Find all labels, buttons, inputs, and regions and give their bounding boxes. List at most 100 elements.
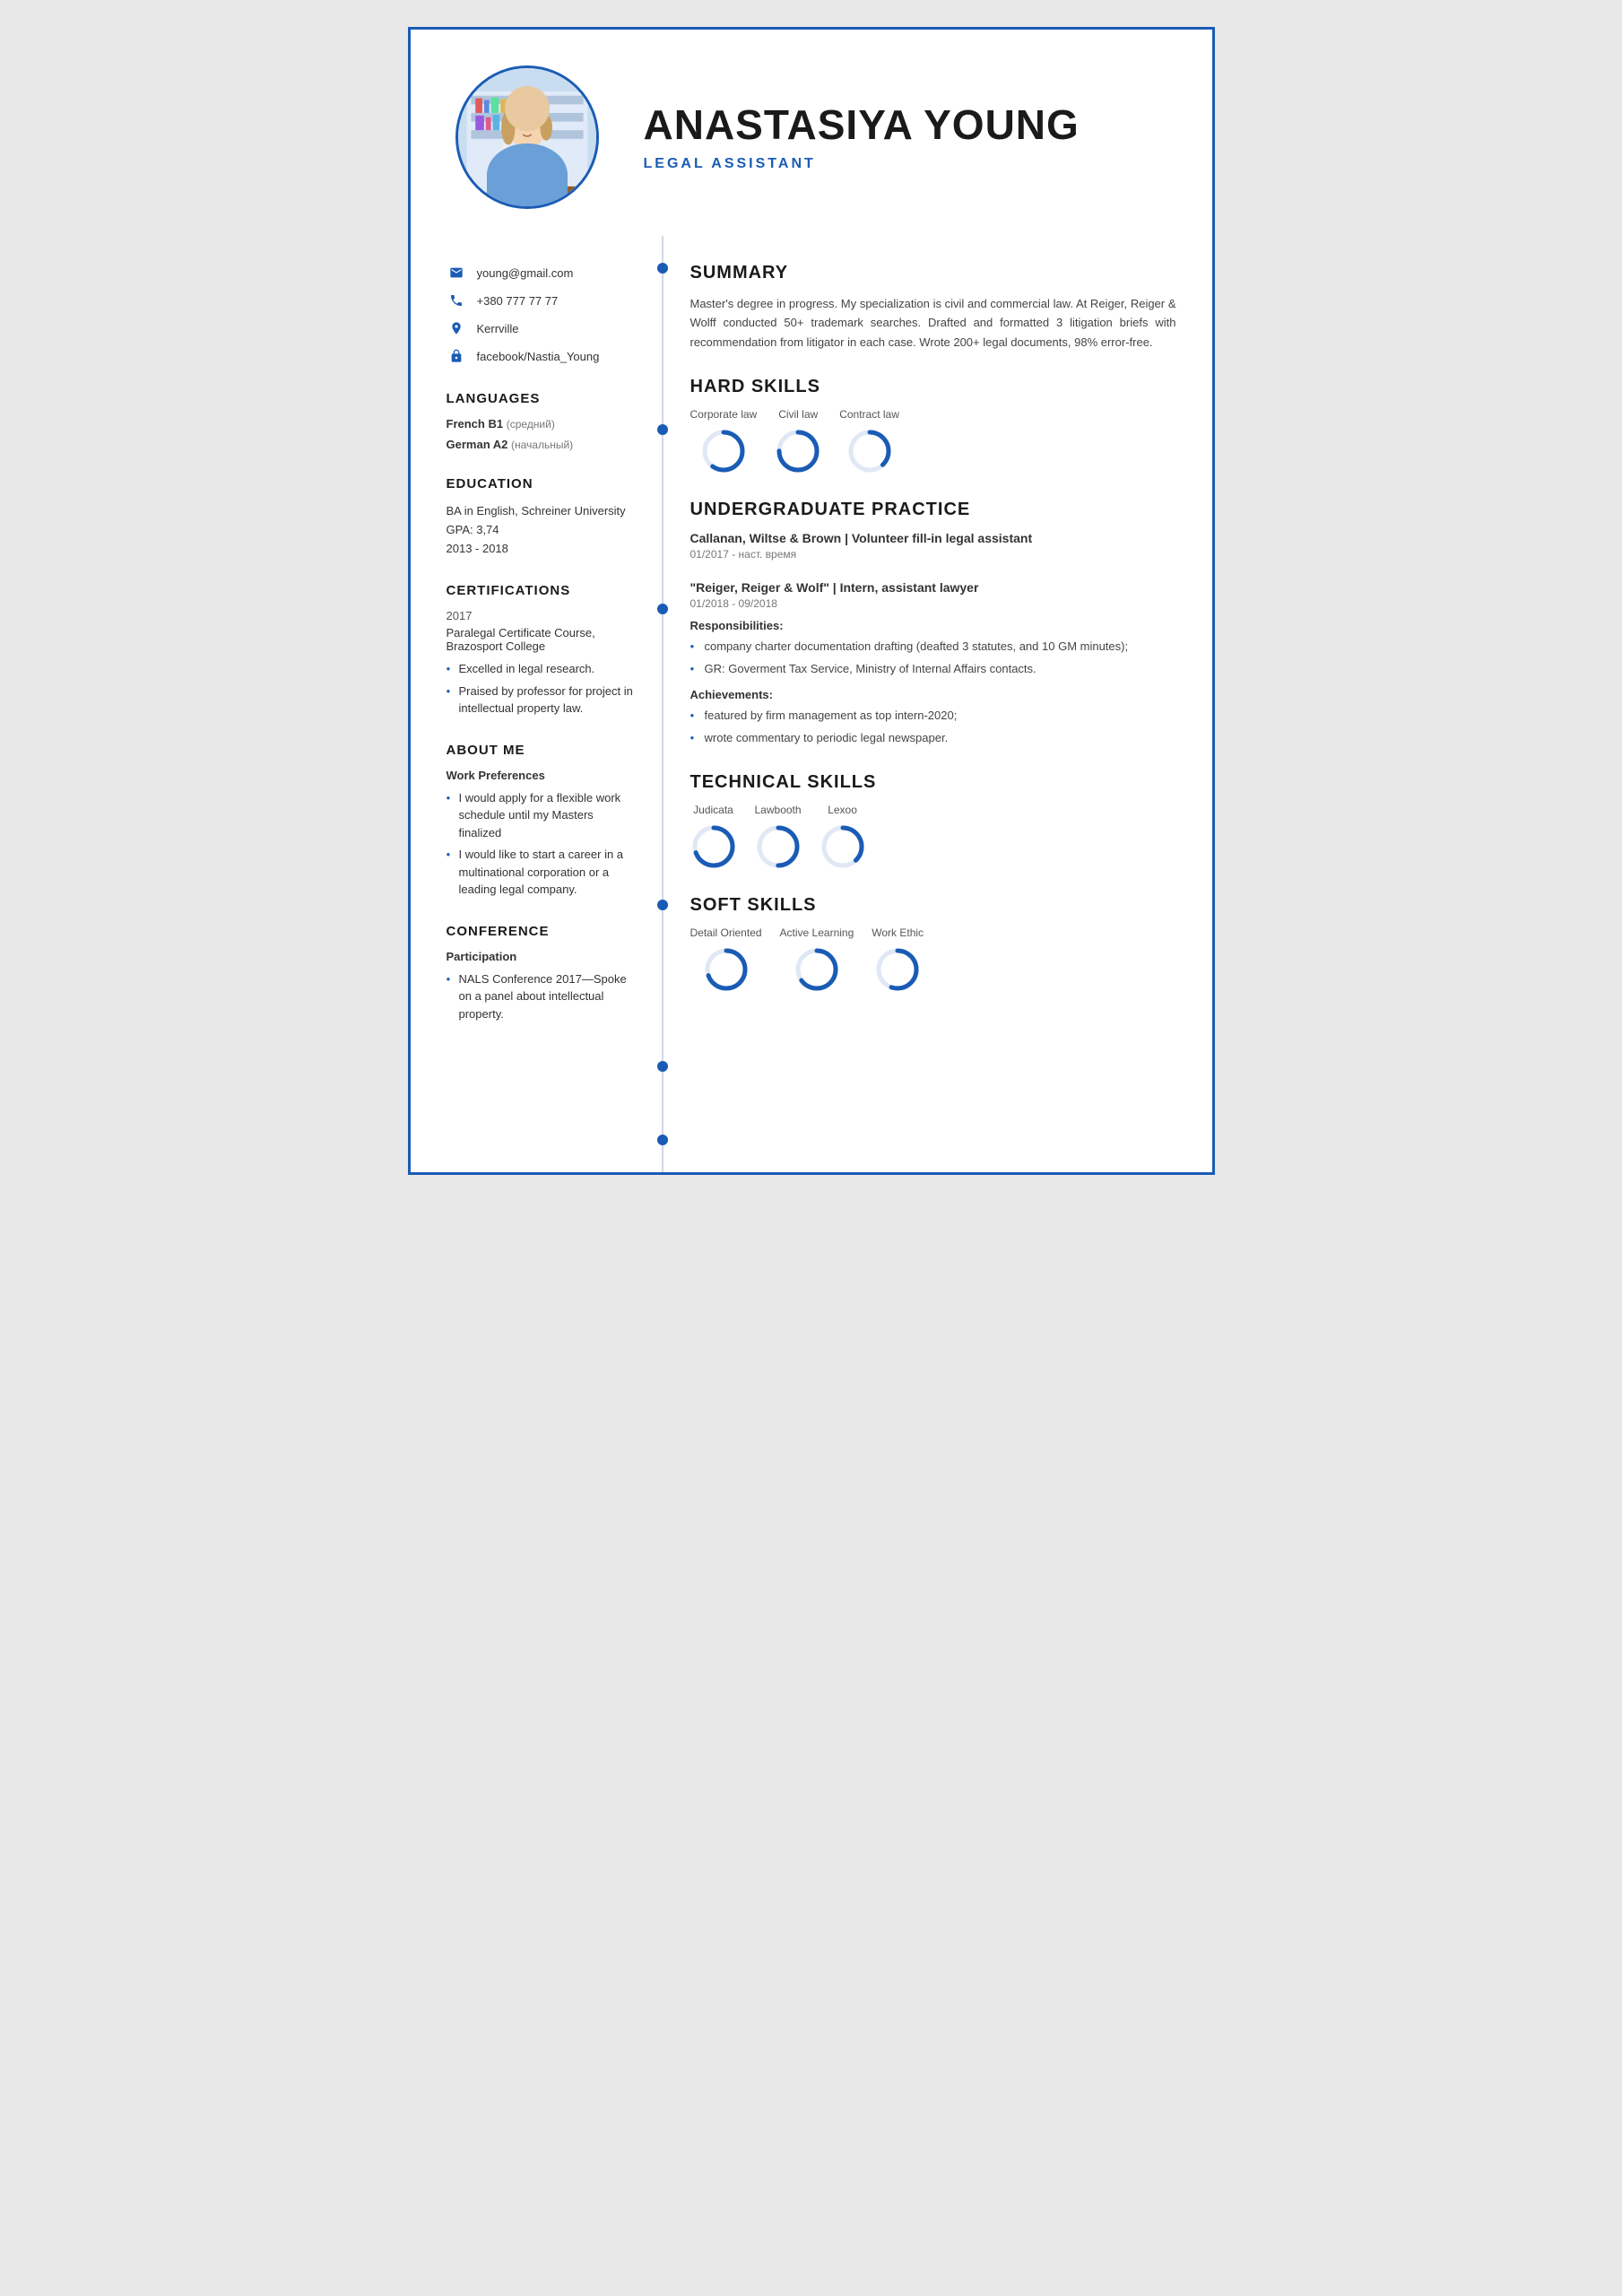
cert-name: Paralegal Certificate Course, Brazosport… — [447, 626, 639, 653]
name-section: ANASTASIYA YOUNG LEGAL ASSISTANT — [644, 102, 1167, 173]
practice-entry-2: "Reiger, Reiger & Wolf" | Intern, assist… — [690, 580, 1176, 747]
resp-item-1: company charter documentation drafting (… — [690, 638, 1176, 656]
hard-skills-grid: Corporate law Civil law — [690, 408, 1176, 474]
education-degree: BA in English, Schreiner University — [447, 502, 639, 521]
skill-circle-judicata — [690, 823, 737, 870]
about-title: ABOUT ME — [447, 743, 639, 758]
achievements-list: featured by firm management as top inter… — [690, 707, 1176, 747]
skill-work-ethic: Work Ethic — [872, 926, 924, 993]
social-item: facebook/Nastia_Young — [447, 346, 639, 366]
german-lang: German A2 (начальный) — [447, 438, 639, 451]
contact-section: young@gmail.com +380 777 77 77 Kerrville — [447, 263, 639, 366]
conference-bullet-1: NALS Conference 2017—Spoke on a panel ab… — [447, 970, 639, 1023]
skill-circle-civil — [775, 428, 821, 474]
right-column: SUMMARY Master's degree in progress. My … — [664, 236, 1212, 1172]
about-bullets: I would apply for a flexible work schedu… — [447, 789, 639, 899]
technical-skills-title: TECHNICAL SKILLS — [690, 772, 1176, 793]
conference-title: CONFERENCE — [447, 924, 639, 939]
practice-entry-1: Callanan, Wiltse & Brown | Volunteer fil… — [690, 531, 1176, 561]
skill-active-learning: Active Learning — [780, 926, 854, 993]
soft-skills-title: SOFT SKILLS — [690, 895, 1176, 916]
skill-label-detail: Detail Oriented — [690, 926, 762, 939]
email-text: young@gmail.com — [477, 266, 574, 280]
french-lang: French B1 (средний) — [447, 417, 639, 430]
skill-corporate-law: Corporate law — [690, 408, 758, 474]
location-item: Kerrville — [447, 318, 639, 338]
header-section: ANASTASIYA YOUNG LEGAL ASSISTANT — [411, 30, 1212, 236]
languages-section: LANGUAGES French B1 (средний) German A2 … — [447, 391, 639, 451]
summary-text: Master's degree in progress. My speciali… — [690, 294, 1176, 352]
cert-bullets: Excelled in legal research. Praised by p… — [447, 660, 639, 718]
skill-judicata: Judicata — [690, 804, 737, 870]
certifications-section: CERTIFICATIONS 2017 Paralegal Certificat… — [447, 583, 639, 718]
soft-skills-grid: Detail Oriented Active Learning — [690, 926, 1176, 993]
skill-label-contract: Contract law — [839, 408, 899, 421]
practice-date-2: 01/2018 - 09/2018 — [690, 597, 1176, 610]
cert-year: 2017 — [447, 609, 639, 622]
skill-label-lawbooth: Lawbooth — [755, 804, 802, 816]
job-title: LEGAL ASSISTANT — [644, 156, 1167, 172]
education-years: 2013 - 2018 — [447, 540, 639, 559]
ach-item-2: wrote commentary to periodic legal newsp… — [690, 729, 1176, 747]
undergrad-section: UNDERGRADUATE PRACTICE Callanan, Wiltse … — [664, 500, 1176, 747]
undergrad-title: UNDERGRADUATE PRACTICE — [690, 500, 1176, 520]
skill-circle-lawbooth — [755, 823, 802, 870]
skill-circle-contract — [846, 428, 893, 474]
cert-bullet-1: Excelled in legal research. — [447, 660, 639, 678]
certifications-title: CERTIFICATIONS — [447, 583, 639, 598]
social-text: facebook/Nastia_Young — [477, 350, 600, 363]
skill-label-ethic: Work Ethic — [872, 926, 924, 939]
resp-item-2: GR: Goverment Tax Service, Ministry of I… — [690, 660, 1176, 678]
practice-date-1: 01/2017 - наст. время — [690, 548, 1176, 561]
about-bullet-2: I would like to start a career in a mult… — [447, 846, 639, 899]
social-icon — [447, 346, 466, 366]
candidate-name: ANASTASIYA YOUNG — [644, 102, 1167, 148]
skill-circle-ethic — [874, 946, 921, 993]
ach-item-1: featured by firm management as top inter… — [690, 707, 1176, 725]
skill-circle-detail — [703, 946, 750, 993]
skill-label-lexoo: Lexoo — [828, 804, 857, 816]
phone-text: +380 777 77 77 — [477, 294, 559, 308]
education-gpa: GPA: 3,74 — [447, 521, 639, 540]
email-icon — [447, 263, 466, 283]
resume-container: ANASTASIYA YOUNG LEGAL ASSISTANT young@g… — [408, 27, 1215, 1175]
cert-bullet-2: Praised by professor for project in inte… — [447, 683, 639, 718]
responsibilities-list: company charter documentation drafting (… — [690, 638, 1176, 678]
skill-label-civil: Civil law — [778, 408, 818, 421]
location-text: Kerrville — [477, 322, 519, 335]
responsibilities-title: Responsibilities: — [690, 619, 1176, 632]
skill-circle-corporate — [700, 428, 747, 474]
about-section: ABOUT ME Work Preferences I would apply … — [447, 743, 639, 899]
email-item: young@gmail.com — [447, 263, 639, 283]
technical-skills-grid: Judicata Lawbooth Le — [690, 804, 1176, 870]
conference-bullets: NALS Conference 2017—Spoke on a panel ab… — [447, 970, 639, 1023]
avatar — [455, 65, 599, 209]
achievements-title: Achievements: — [690, 688, 1176, 701]
education-section: EDUCATION BA in English, Schreiner Unive… — [447, 476, 639, 558]
skill-label-corporate: Corporate law — [690, 408, 758, 421]
hard-skills-section: HARD SKILLS Corporate law Civil law — [664, 377, 1176, 474]
left-column: young@gmail.com +380 777 77 77 Kerrville — [411, 236, 662, 1172]
skill-civil-law: Civil law — [775, 408, 821, 474]
skill-circle-lexoo — [820, 823, 866, 870]
languages-title: LANGUAGES — [447, 391, 639, 406]
main-content: young@gmail.com +380 777 77 77 Kerrville — [411, 236, 1212, 1172]
technical-skills-section: TECHNICAL SKILLS Judicata Lawbooth — [664, 772, 1176, 870]
summary-title: SUMMARY — [690, 263, 1176, 283]
summary-section: SUMMARY Master's degree in progress. My … — [664, 263, 1176, 352]
phone-icon — [447, 291, 466, 310]
practice-org-1: Callanan, Wiltse & Brown | Volunteer fil… — [690, 531, 1176, 545]
practice-org-2: "Reiger, Reiger & Wolf" | Intern, assist… — [690, 580, 1176, 595]
skill-label-judicata: Judicata — [693, 804, 733, 816]
education-title: EDUCATION — [447, 476, 639, 491]
conference-section: CONFERENCE Participation NALS Conference… — [447, 924, 639, 1023]
hard-skills-title: HARD SKILLS — [690, 377, 1176, 397]
about-bullet-1: I would apply for a flexible work schedu… — [447, 789, 639, 842]
skill-circle-active — [794, 946, 840, 993]
conference-sub: Participation — [447, 950, 639, 963]
work-pref-title: Work Preferences — [447, 769, 639, 782]
skill-lawbooth: Lawbooth — [755, 804, 802, 870]
education-details: BA in English, Schreiner University GPA:… — [447, 502, 639, 558]
soft-skills-section: SOFT SKILLS Detail Oriented Active Learn… — [664, 895, 1176, 993]
phone-item: +380 777 77 77 — [447, 291, 639, 310]
